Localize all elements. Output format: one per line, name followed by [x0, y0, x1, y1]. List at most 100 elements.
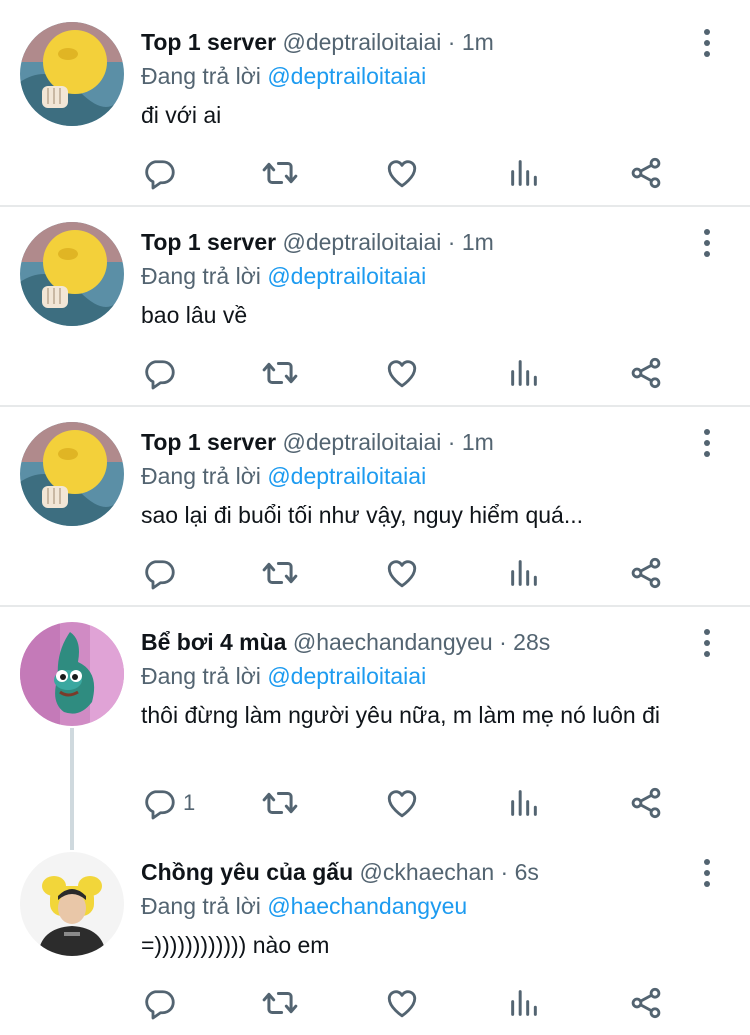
- like-icon: [384, 155, 420, 191]
- more-icon[interactable]: [695, 856, 719, 890]
- share-button[interactable]: [628, 153, 664, 193]
- tweet[interactable]: Top 1 server @deptrailoitaiai · 1m Đang …: [0, 200, 750, 407]
- tweet-text: thôi đừng làm người yêu nữa, m làm mẹ nó…: [141, 702, 660, 728]
- reply-button[interactable]: [141, 553, 183, 593]
- share-icon: [628, 155, 664, 191]
- tweet-text: bao lâu về: [141, 302, 248, 328]
- author-handle[interactable]: @deptrailoitaiai: [282, 29, 441, 55]
- tweet[interactable]: Top 1 server @deptrailoitaiai · 1m Đang …: [0, 400, 750, 607]
- reply-mention[interactable]: @deptrailoitaiai: [267, 63, 426, 89]
- like-button[interactable]: [384, 553, 420, 593]
- tweet-text: =)))))))))))) nào em: [141, 932, 330, 958]
- retweet-button[interactable]: [261, 353, 299, 393]
- views-icon: [507, 986, 541, 1020]
- action-bar: [141, 353, 671, 393]
- action-bar: [141, 983, 671, 1023]
- more-icon[interactable]: [695, 226, 719, 260]
- reply-mention[interactable]: @haechandangyeu: [267, 893, 467, 919]
- separator: ·: [447, 229, 456, 255]
- like-button[interactable]: [384, 153, 420, 193]
- tweet-header: Top 1 server @deptrailoitaiai · 1m: [141, 426, 494, 458]
- separator: ·: [447, 429, 456, 455]
- author-name[interactable]: Chồng yêu của gấu: [141, 859, 353, 885]
- timestamp[interactable]: 6s: [515, 859, 539, 885]
- share-button[interactable]: [628, 783, 664, 823]
- replying-to: Đang trả lời @deptrailoitaiai: [141, 260, 426, 292]
- like-icon: [384, 785, 420, 821]
- timestamp[interactable]: 28s: [513, 629, 550, 655]
- timestamp[interactable]: 1m: [462, 229, 494, 255]
- timestamp[interactable]: 1m: [462, 29, 494, 55]
- reply-icon: [141, 155, 177, 191]
- share-icon: [628, 355, 664, 391]
- author-handle[interactable]: @deptrailoitaiai: [282, 229, 441, 255]
- more-icon[interactable]: [695, 26, 719, 60]
- replying-to: Đang trả lời @deptrailoitaiai: [141, 60, 426, 92]
- share-button[interactable]: [628, 983, 664, 1023]
- tweet[interactable]: Top 1 server @deptrailoitaiai · 1m Đang …: [0, 0, 750, 207]
- reply-button[interactable]: [141, 153, 183, 193]
- reply-mention[interactable]: @deptrailoitaiai: [267, 463, 426, 489]
- author-name[interactable]: Top 1 server: [141, 229, 276, 255]
- reply-prefix: Đang trả lời: [141, 663, 261, 689]
- reply-count: 1: [183, 790, 196, 815]
- views-button[interactable]: [507, 353, 541, 393]
- replying-to: Đang trả lời @deptrailoitaiai: [141, 460, 426, 492]
- action-bar: [141, 153, 671, 193]
- reply-prefix: Đang trả lời: [141, 463, 261, 489]
- tweet-header: Chồng yêu của gấu @ckhaechan · 6s: [141, 856, 539, 888]
- like-button[interactable]: [384, 783, 420, 823]
- author-name[interactable]: Top 1 server: [141, 29, 276, 55]
- tweet[interactable]: Chồng yêu của gấu @ckhaechan · 6s Đang t…: [0, 830, 750, 1035]
- share-icon: [628, 985, 664, 1021]
- more-icon[interactable]: [695, 426, 719, 460]
- retweet-button[interactable]: [261, 783, 299, 823]
- author-name[interactable]: Top 1 server: [141, 429, 276, 455]
- reply-mention[interactable]: @deptrailoitaiai: [267, 263, 426, 289]
- action-bar: 1: [141, 783, 671, 823]
- avatar[interactable]: [20, 22, 124, 126]
- author-handle[interactable]: @haechandangyeu: [293, 629, 493, 655]
- more-icon[interactable]: [695, 626, 719, 660]
- views-button[interactable]: [507, 153, 541, 193]
- views-icon: [507, 156, 541, 190]
- like-icon: [384, 985, 420, 1021]
- tweet[interactable]: Bể bơi 4 mùa @haechandangyeu · 28s Đang …: [0, 600, 750, 835]
- retweet-icon: [261, 984, 299, 1022]
- avatar[interactable]: [20, 222, 124, 326]
- retweet-button[interactable]: [261, 983, 299, 1023]
- tweet-text: sao lại đi buổi tối như vậy, nguy hiểm q…: [141, 502, 584, 528]
- tweet-header: Top 1 server @deptrailoitaiai · 1m: [141, 26, 494, 58]
- reply-mention[interactable]: @deptrailoitaiai: [267, 663, 426, 689]
- like-button[interactable]: [384, 353, 420, 393]
- retweet-button[interactable]: [261, 153, 299, 193]
- reply-prefix: Đang trả lời: [141, 63, 261, 89]
- views-button[interactable]: [507, 983, 541, 1023]
- tweet-text: đi với ai: [141, 102, 222, 128]
- retweet-button[interactable]: [261, 553, 299, 593]
- action-bar: [141, 553, 671, 593]
- avatar[interactable]: [20, 422, 124, 526]
- author-name[interactable]: Bể bơi 4 mùa: [141, 629, 286, 655]
- like-button[interactable]: [384, 983, 420, 1023]
- tweet-header: Top 1 server @deptrailoitaiai · 1m: [141, 226, 494, 258]
- replying-to: Đang trả lời @haechandangyeu: [141, 890, 467, 922]
- retweet-icon: [261, 154, 299, 192]
- author-handle[interactable]: @ckhaechan: [360, 859, 495, 885]
- views-button[interactable]: [507, 783, 541, 823]
- share-icon: [628, 785, 664, 821]
- share-button[interactable]: [628, 353, 664, 393]
- share-icon: [628, 555, 664, 591]
- timestamp[interactable]: 1m: [462, 429, 494, 455]
- avatar[interactable]: [20, 852, 124, 956]
- reply-button[interactable]: [141, 983, 183, 1023]
- share-button[interactable]: [628, 553, 664, 593]
- reply-icon: [141, 355, 177, 391]
- reply-button[interactable]: [141, 353, 183, 393]
- avatar[interactable]: [20, 622, 124, 726]
- reply-button[interactable]: 1: [141, 783, 195, 823]
- like-icon: [384, 555, 420, 591]
- views-button[interactable]: [507, 553, 541, 593]
- views-icon: [507, 356, 541, 390]
- author-handle[interactable]: @deptrailoitaiai: [282, 429, 441, 455]
